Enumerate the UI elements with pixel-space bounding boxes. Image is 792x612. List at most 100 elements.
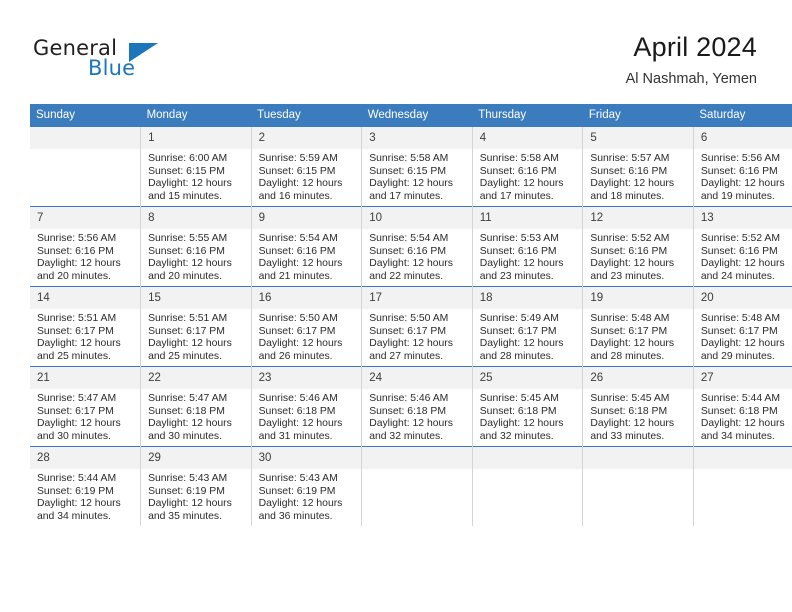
calendar-day-cell[interactable]: 5 Sunrise: 5:57 AM Sunset: 6:16 PM Daylight… — [582, 127, 694, 207]
calendar-day-cell[interactable]: 11 Sunrise: 5:53 AM Sunset: 6:16 PM Dayligh… — [471, 206, 583, 287]
calendar-day-cell[interactable]: 9 Sunrise: 5:54 AM Sunset: 6:16 PM Daylight… — [250, 206, 362, 287]
day-detail-line: Daylight: 12 hours — [258, 338, 343, 350]
day-detail-line: Sunrise: 5:46 AM — [258, 393, 338, 404]
calendar-day-cell[interactable]: 19 Sunrise: 5:48 AM Sunset: 6:17 PM Dayligh… — [582, 286, 694, 367]
day-detail-line: Sunrise: 5:50 AM — [369, 313, 449, 324]
day-detail-line: Sunset: 6:17 PM — [258, 325, 336, 337]
calendar-day-cell[interactable]: 2 Sunrise: 5:59 AM Sunset: 6:15 PM Daylight… — [250, 127, 362, 207]
calendar-day-cell[interactable]: 18 Sunrise: 5:49 AM Sunset: 6:17 PM Dayligh… — [471, 286, 583, 367]
day-detail-line: and 21 minutes. — [258, 270, 333, 282]
day-number: 18 — [472, 287, 583, 309]
day-detail-line: Sunrise: 5:55 AM — [148, 233, 228, 244]
day-detail-line: Daylight: 12 hours — [148, 258, 232, 270]
day-detail-line: Sunset: 6:16 PM — [479, 245, 557, 257]
weekday-header-tuesday: Tuesday — [251, 104, 362, 127]
calendar-empty-cell — [582, 446, 694, 526]
calendar-day-cell[interactable]: 3 Sunrise: 5:58 AM Sunset: 6:15 PM Daylight… — [361, 127, 473, 207]
calendar-day-cell[interactable]: 1 Sunrise: 6:00 AM Sunset: 6:15 PM Daylight… — [140, 127, 252, 207]
calendar-day-cell[interactable]: 14 Sunrise: 5:51 AM Sunset: 6:17 PM Dayligh… — [30, 286, 141, 367]
day-number: 10 — [362, 207, 472, 229]
calendar-day-cell[interactable]: 28 Sunrise: 5:44 AM Sunset: 6:19 PM Dayligh… — [30, 446, 141, 526]
day-detail-line: Daylight: 12 hours — [258, 178, 343, 190]
day-details: Sunrise: 5:45 AM Sunset: 6:18 PM Daylight:… — [583, 389, 693, 443]
calendar-day-cell[interactable]: 24 Sunrise: 5:46 AM Sunset: 6:18 PM Dayligh… — [361, 366, 473, 447]
calendar-day-cell[interactable]: 22 Sunrise: 5:47 AM Sunset: 6:18 PM Dayligh… — [140, 366, 252, 447]
day-detail-line: and 17 minutes. — [369, 190, 444, 202]
day-detail-line: and 23 minutes. — [590, 270, 665, 282]
calendar-header-row: Sunday Monday Tuesday Wednesday Thursday Frid… — [30, 104, 792, 127]
calendar-empty-cell — [692, 446, 792, 526]
day-number — [30, 127, 141, 149]
day-detail-line: Daylight: 12 hours — [258, 258, 343, 270]
day-detail-line: Sunrise: 5:48 AM — [590, 313, 670, 324]
day-number: 17 — [362, 287, 472, 309]
day-detail-line: Daylight: 12 hours — [700, 178, 785, 190]
day-detail-line: and 30 minutes. — [148, 430, 222, 442]
calendar-empty-cell — [361, 446, 473, 526]
day-details: Sunrise: 5:43 AM Sunset: 6:19 PM Daylight:… — [252, 469, 362, 523]
day-detail-line: Sunrise: 5:54 AM — [369, 233, 449, 244]
calendar-day-cell[interactable]: 21 Sunrise: 5:47 AM Sunset: 6:17 PM Dayligh… — [30, 366, 141, 447]
day-details: Sunrise: 5:56 AM Sunset: 6:16 PM Daylight:… — [30, 229, 140, 283]
calendar-day-cell[interactable]: 6 Sunrise: 5:56 AM Sunset: 6:16 PM Daylight… — [692, 127, 792, 207]
page-subtitle: Al Nashmah, Yemen — [625, 71, 757, 87]
day-number: 13 — [693, 207, 792, 229]
day-detail-line: Daylight: 12 hours — [700, 258, 785, 270]
calendar-body: 1 Sunrise: 6:00 AM Sunset: 6:15 PM Daylight… — [30, 127, 792, 526]
day-detail-line: Sunset: 6:16 PM — [700, 165, 778, 177]
calendar-day-cell[interactable]: 16 Sunrise: 5:50 AM Sunset: 6:17 PM Dayligh… — [250, 286, 362, 367]
day-detail-line: Sunrise: 5:52 AM — [590, 233, 670, 244]
day-detail-line: Daylight: 12 hours — [369, 418, 453, 430]
day-detail-line: and 32 minutes. — [479, 430, 554, 442]
calendar-day-cell[interactable]: 23 Sunrise: 5:46 AM Sunset: 6:18 PM Dayligh… — [250, 366, 362, 447]
calendar-day-cell[interactable]: 27 Sunrise: 5:44 AM Sunset: 6:18 PM Dayligh… — [692, 366, 792, 447]
day-detail-line: Daylight: 12 hours — [148, 178, 232, 190]
day-detail-line: Sunrise: 5:51 AM — [148, 313, 228, 324]
page-title: April 2024 — [633, 32, 757, 62]
weekday-header-friday: Friday — [582, 104, 694, 127]
calendar-day-cell[interactable]: 15 Sunrise: 5:51 AM Sunset: 6:17 PM Dayligh… — [140, 286, 252, 367]
day-detail-line: Sunrise: 5:48 AM — [700, 313, 781, 324]
calendar-day-cell[interactable]: 8 Sunrise: 5:55 AM Sunset: 6:16 PM Daylight… — [140, 206, 252, 287]
day-number — [693, 447, 792, 469]
day-detail-line: Sunset: 6:18 PM — [479, 405, 557, 417]
page-header: General Blue April 2024 Al Nashmah, Yeme… — [0, 0, 792, 100]
day-detail-line: Sunrise: 5:47 AM — [148, 393, 228, 404]
day-detail-line: Sunset: 6:18 PM — [700, 405, 778, 417]
weekday-header-monday: Monday — [140, 104, 252, 127]
general-blue-logo: General Blue — [33, 36, 213, 86]
calendar-day-cell[interactable]: 13 Sunrise: 5:52 AM Sunset: 6:16 PM Dayligh… — [692, 206, 792, 287]
calendar-day-cell[interactable]: 30 Sunrise: 5:43 AM Sunset: 6:19 PM Dayligh… — [250, 446, 362, 526]
day-details: Sunrise: 5:50 AM Sunset: 6:17 PM Daylight:… — [252, 309, 362, 363]
calendar-day-cell[interactable]: 4 Sunrise: 5:58 AM Sunset: 6:16 PM Daylight… — [471, 127, 583, 207]
calendar-day-cell[interactable]: 29 Sunrise: 5:43 AM Sunset: 6:19 PM Dayligh… — [140, 446, 252, 526]
day-detail-line: Sunrise: 5:49 AM — [479, 313, 559, 324]
day-detail-line: and 29 minutes. — [700, 350, 775, 362]
calendar-day-cell[interactable]: 17 Sunrise: 5:50 AM Sunset: 6:17 PM Dayligh… — [361, 286, 473, 367]
day-detail-line: Sunset: 6:18 PM — [258, 405, 336, 417]
calendar-day-cell[interactable]: 20 Sunrise: 5:48 AM Sunset: 6:17 PM Dayligh… — [692, 286, 792, 367]
day-details: Sunrise: 5:51 AM Sunset: 6:17 PM Daylight:… — [141, 309, 251, 363]
day-number: 5 — [583, 127, 693, 149]
day-detail-line: Sunrise: 5:56 AM — [37, 233, 117, 244]
day-detail-line: Sunset: 6:17 PM — [37, 405, 114, 417]
calendar-week-row: 14 Sunrise: 5:51 AM Sunset: 6:17 PM Dayligh… — [30, 286, 792, 367]
calendar-day-cell[interactable]: 25 Sunrise: 5:45 AM Sunset: 6:18 PM Dayligh… — [471, 366, 583, 447]
day-details: Sunrise: 5:45 AM Sunset: 6:18 PM Daylight:… — [473, 389, 583, 443]
calendar-day-cell[interactable]: 12 Sunrise: 5:52 AM Sunset: 6:16 PM Dayligh… — [582, 206, 694, 287]
day-number: 30 — [251, 447, 362, 469]
day-detail-line: and 23 minutes. — [479, 270, 554, 282]
day-detail-line: and 22 minutes. — [369, 270, 444, 282]
day-detail-line: Sunset: 6:15 PM — [148, 165, 225, 177]
calendar-week-row: 1 Sunrise: 6:00 AM Sunset: 6:15 PM Daylight… — [30, 127, 792, 207]
calendar-container: Sunday Monday Tuesday Wednesday Thursday Frid… — [30, 104, 792, 526]
logo-text-blue: Blue — [88, 56, 136, 80]
calendar-day-cell[interactable]: 26 Sunrise: 5:45 AM Sunset: 6:18 PM Dayligh… — [582, 366, 694, 447]
day-detail-line: Sunset: 6:16 PM — [479, 165, 557, 177]
day-details: Sunrise: 5:56 AM Sunset: 6:16 PM Daylight:… — [694, 149, 792, 203]
calendar-empty-cell — [471, 446, 583, 526]
day-number: 25 — [472, 367, 583, 389]
calendar-day-cell[interactable]: 10 Sunrise: 5:54 AM Sunset: 6:16 PM Dayligh… — [361, 206, 473, 287]
calendar-day-cell[interactable]: 7 Sunrise: 5:56 AM Sunset: 6:16 PM Daylight… — [30, 206, 141, 287]
day-detail-line: Daylight: 12 hours — [148, 338, 232, 350]
